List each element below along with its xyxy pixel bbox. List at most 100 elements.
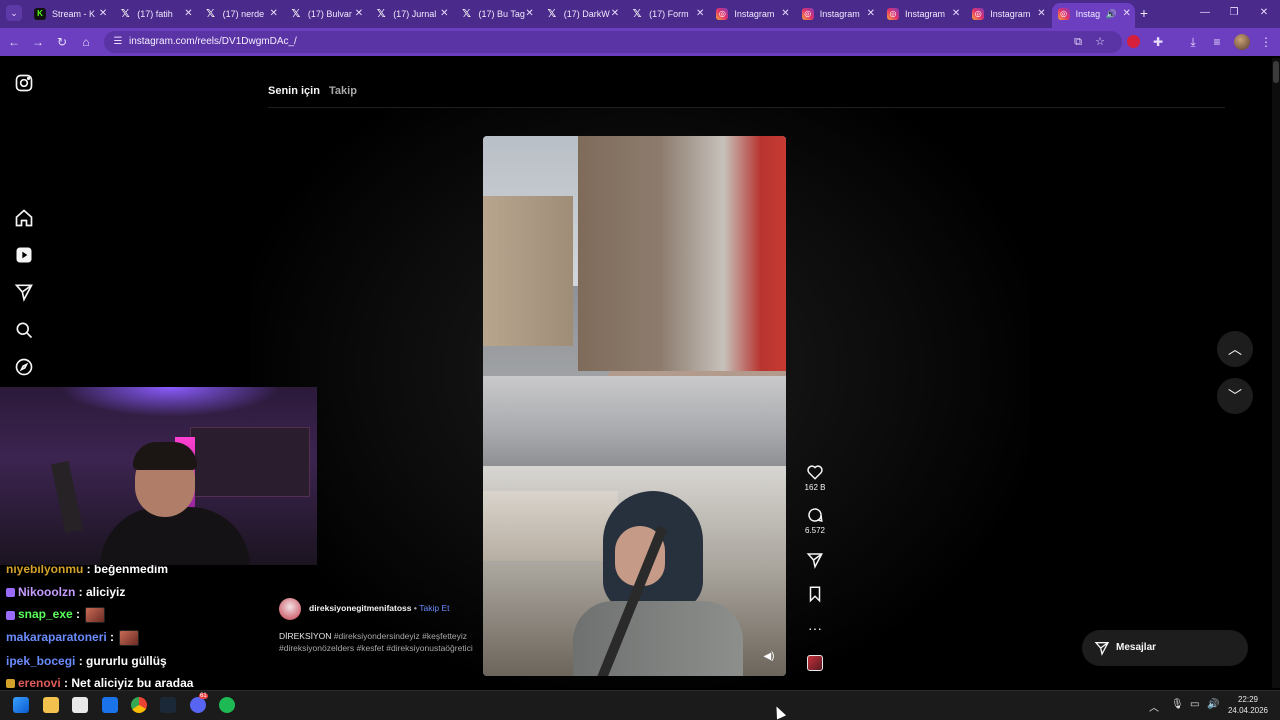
- chat-emote-icon: [119, 630, 140, 646]
- bookmark-star-icon[interactable]: ☆: [1092, 34, 1108, 50]
- extension-icon[interactable]: [1127, 35, 1140, 48]
- tab-close-icon[interactable]: ✕: [781, 3, 789, 25]
- browser-tab[interactable]: 𝕏 (17) Bulvar ✕: [284, 3, 367, 25]
- audio-thumbnail[interactable]: [807, 655, 823, 671]
- chat-message: ipek_bocegi : gururlu güllüş: [6, 654, 167, 668]
- tab-close-icon[interactable]: ✕: [270, 3, 278, 25]
- reload-button[interactable]: ↻: [53, 33, 71, 51]
- system-clock[interactable]: 22:29 24.04.2026: [1222, 694, 1274, 716]
- follow-button[interactable]: Takip Et: [419, 603, 449, 613]
- chat-username: makaraparatoneri: [6, 630, 107, 645]
- messages-label: Mesajlar: [1116, 642, 1157, 653]
- tab-title: Instagram: [990, 9, 1031, 19]
- tab-close-icon[interactable]: ✕: [1123, 3, 1131, 25]
- browser-menu-icon[interactable]: ⋮: [1257, 33, 1275, 51]
- browser-tab[interactable]: 𝕏 (17) fatih ✕: [113, 3, 196, 25]
- tab-close-icon[interactable]: ✕: [867, 3, 875, 25]
- tab-search-icon[interactable]: ⌄: [6, 5, 22, 21]
- browser-tab[interactable]: ◎ Instagram ✕: [966, 3, 1049, 25]
- tab-close-icon[interactable]: ✕: [525, 3, 533, 25]
- tab-audio-icon[interactable]: 🔊: [1106, 3, 1117, 25]
- chat-username: erenovi: [18, 676, 61, 690]
- more-options-icon[interactable]: ···: [800, 619, 830, 637]
- explore-icon[interactable]: [14, 357, 34, 377]
- stream-chat-overlay: niyebilyonmu : beğenmedim Nikooolzn : al…: [0, 565, 260, 690]
- chrome-icon[interactable]: [131, 697, 147, 713]
- search-icon[interactable]: [14, 320, 34, 340]
- browser-tab[interactable]: 𝕏 (17) nerde ✕: [199, 3, 282, 25]
- chat-username: snap_exe: [18, 607, 73, 622]
- site-info-icon[interactable]: ☰: [110, 34, 126, 50]
- next-reel-button[interactable]: ﹀: [1217, 378, 1253, 414]
- forward-button[interactable]: →: [29, 33, 47, 51]
- like-button[interactable]: 162 B: [800, 463, 830, 492]
- address-bar[interactable]: ☰ instagram.com/reels/DV1DwgmDAc_/ ⧉ ☆: [104, 31, 1122, 53]
- discord-icon[interactable]: 61: [190, 693, 208, 713]
- browser-tab[interactable]: 𝕏 (17) Bu Tag ✕: [455, 3, 538, 25]
- page-scrollbar[interactable]: [1272, 58, 1280, 688]
- tab-close-icon[interactable]: ✕: [99, 3, 107, 25]
- tab-close-icon[interactable]: ✕: [696, 3, 704, 25]
- tab-title: (17) DarkW: [563, 9, 610, 19]
- microphone-icon[interactable]: 🎙: [1171, 699, 1184, 710]
- x-icon: 𝕏: [632, 8, 642, 20]
- minimize-icon[interactable]: —: [1196, 4, 1214, 22]
- home-button[interactable]: ⌂: [77, 33, 95, 51]
- browser-tab[interactable]: ◎ Instag 🔊 ✕: [1051, 3, 1135, 28]
- browser-tab[interactable]: K Stream - K ✕: [28, 3, 111, 25]
- tab-following[interactable]: Takip: [329, 85, 357, 97]
- media-controls-icon[interactable]: ≡: [1208, 33, 1226, 51]
- downloads-icon[interactable]: ⤓: [1184, 33, 1202, 51]
- url-text[interactable]: instagram.com/reels/DV1DwgmDAc_/: [129, 31, 297, 53]
- outlook-icon[interactable]: [102, 697, 118, 713]
- extensions-puzzle-icon[interactable]: ✚: [1149, 33, 1167, 51]
- reel-video[interactable]: ◀): [483, 136, 786, 676]
- tab-close-icon[interactable]: ✕: [184, 3, 192, 25]
- browser-tab[interactable]: 𝕏 (17) DarkW ✕: [540, 3, 623, 25]
- tab-close-icon[interactable]: ✕: [611, 3, 619, 25]
- install-app-icon[interactable]: ⧉: [1070, 34, 1086, 50]
- browser-tab[interactable]: 𝕏 (17) Jurnal ✕: [369, 3, 452, 25]
- browser-tab[interactable]: ◎ Instagram ✕: [881, 3, 964, 25]
- previous-reel-button[interactable]: ︿: [1217, 331, 1253, 367]
- direct-message-icon[interactable]: [14, 282, 34, 302]
- back-button[interactable]: ←: [5, 33, 23, 51]
- browser-tab[interactable]: 𝕏 (17) Form ✕: [625, 3, 708, 25]
- share-button[interactable]: [800, 551, 830, 569]
- mute-icon[interactable]: ◀): [761, 649, 777, 665]
- browser-tab[interactable]: ◎ Instagram ✕: [796, 3, 879, 25]
- clock-date: 24.04.2026: [1227, 706, 1269, 715]
- file-explorer-icon[interactable]: [43, 697, 59, 713]
- volume-icon[interactable]: 🔊: [1207, 699, 1219, 710]
- reels-icon[interactable]: [14, 245, 34, 265]
- new-tab-button[interactable]: +: [1137, 4, 1151, 22]
- instagram-logo-icon[interactable]: [14, 73, 34, 93]
- comment-button[interactable]: 6.572: [800, 506, 830, 535]
- author-username[interactable]: direksiyonegitmenifatoss: [309, 603, 412, 613]
- start-windows-icon[interactable]: [13, 697, 29, 713]
- tab-close-icon[interactable]: ✕: [952, 3, 960, 25]
- restore-icon[interactable]: ❐: [1225, 4, 1243, 22]
- messages-button[interactable]: Mesajlar: [1082, 630, 1248, 666]
- home-icon[interactable]: [14, 208, 34, 228]
- author-avatar[interactable]: [279, 598, 301, 620]
- spotify-icon[interactable]: [219, 697, 235, 713]
- tab-close-icon[interactable]: ✕: [440, 3, 448, 25]
- browser-tab[interactable]: ◎ Instagram ✕: [710, 3, 793, 25]
- close-window-icon[interactable]: ✕: [1255, 4, 1273, 22]
- x-icon: 𝕏: [120, 8, 130, 20]
- profile-avatar[interactable]: [1234, 34, 1250, 50]
- network-icon[interactable]: ▭: [1190, 699, 1199, 710]
- tab-close-icon[interactable]: ✕: [1037, 3, 1045, 25]
- tab-title: Instagram: [819, 9, 860, 19]
- chat-badge-icon: [6, 610, 15, 620]
- steam-icon[interactable]: [160, 697, 176, 713]
- heart-icon: [807, 465, 823, 480]
- chat-message: snap_exe :: [6, 607, 106, 623]
- store-icon[interactable]: [72, 697, 88, 713]
- chat-text: Net aliciyiz bu aradaa: [71, 676, 194, 690]
- tab-close-icon[interactable]: ✕: [355, 3, 363, 25]
- tab-for-you[interactable]: Senin için: [268, 85, 320, 97]
- save-button[interactable]: [800, 585, 830, 603]
- tray-overflow-icon[interactable]: ︿: [1149, 699, 1159, 714]
